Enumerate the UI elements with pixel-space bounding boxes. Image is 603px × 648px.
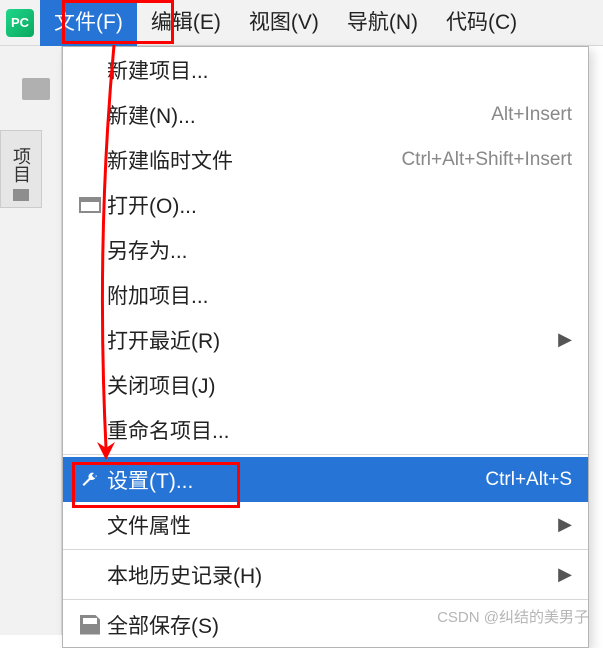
menubar: PC 文件(F) 编辑(E) 视图(V) 导航(N) 代码(C) [0, 0, 603, 46]
menuitem-open-recent[interactable]: 打开最近(R) ▶ [63, 317, 588, 362]
menuitem-settings[interactable]: 设置(T)... Ctrl+Alt+S [63, 457, 588, 502]
menuitem-open[interactable]: 打开(O)... [63, 182, 588, 227]
menuitem-attach-project[interactable]: 附加项目... [63, 272, 588, 317]
menu-view-label: 视图(V) [249, 11, 319, 34]
menu-navigate-label: 导航(N) [347, 11, 418, 34]
pycharm-logo-icon: PC [6, 9, 34, 37]
menu-separator [63, 549, 588, 550]
menuitem-label: 新建(N)... [107, 100, 491, 130]
menu-view[interactable]: 视图(V) [235, 0, 333, 46]
sidebar-tab-project-label: 项目 [8, 147, 34, 183]
chevron-right-icon: ▶ [558, 329, 572, 350]
open-folder-icon [73, 197, 107, 213]
menuitem-label: 关闭项目(J) [107, 370, 572, 400]
chevron-right-icon: ▶ [558, 564, 572, 585]
save-icon [73, 615, 107, 635]
menuitem-label: 本地历史记录(H) [107, 560, 558, 590]
menuitem-label: 附加项目... [107, 280, 572, 310]
menuitem-label: 重命名项目... [107, 415, 572, 445]
menuitem-new-scratch-file[interactable]: 新建临时文件 Ctrl+Alt+Shift+Insert [63, 137, 588, 182]
menuitem-save-as[interactable]: 另存为... [63, 227, 588, 272]
menuitem-local-history[interactable]: 本地历史记录(H) ▶ [63, 552, 588, 597]
menu-separator [63, 599, 588, 600]
menuitem-new[interactable]: 新建(N)... Alt+Insert [63, 92, 588, 137]
chevron-right-icon: ▶ [558, 514, 572, 535]
app-icon: PC [0, 0, 40, 46]
menuitem-label: 文件属性 [107, 510, 558, 540]
menuitem-shortcut: Ctrl+Alt+S [485, 469, 572, 491]
menu-code[interactable]: 代码(C) [432, 0, 531, 46]
menuitem-new-project[interactable]: 新建项目... [63, 47, 588, 92]
menu-edit-label: 编辑(E) [151, 11, 221, 34]
menu-file[interactable]: 文件(F) [40, 0, 137, 46]
menu-code-label: 代码(C) [446, 11, 517, 34]
menu-edit[interactable]: 编辑(E) [137, 0, 235, 46]
folder-icon [13, 189, 29, 201]
menuitem-label: 另存为... [107, 235, 572, 265]
menu-navigate[interactable]: 导航(N) [333, 0, 432, 46]
menuitem-file-properties[interactable]: 文件属性 ▶ [63, 502, 588, 547]
wrench-icon [73, 470, 107, 490]
menu-separator [63, 454, 588, 455]
file-menu-dropdown: 新建项目... 新建(N)... Alt+Insert 新建临时文件 Ctrl+… [62, 46, 589, 648]
menuitem-label: 新建临时文件 [107, 145, 401, 175]
watermark: CSDN @纠结的美男子 [437, 606, 589, 627]
sidebar-tab-project[interactable]: 项目 [0, 130, 42, 208]
menuitem-label: 设置(T)... [107, 465, 485, 495]
menu-file-label: 文件(F) [54, 11, 123, 34]
menuitem-rename-project[interactable]: 重命名项目... [63, 407, 588, 452]
menuitem-label: 打开(O)... [107, 190, 572, 220]
menuitem-label: 打开最近(R) [107, 325, 558, 355]
menuitem-shortcut: Ctrl+Alt+Shift+Insert [401, 149, 572, 171]
menuitem-shortcut: Alt+Insert [491, 104, 572, 126]
project-folder-icon [22, 78, 50, 100]
menuitem-close-project[interactable]: 关闭项目(J) [63, 362, 588, 407]
menuitem-label: 新建项目... [107, 55, 572, 85]
